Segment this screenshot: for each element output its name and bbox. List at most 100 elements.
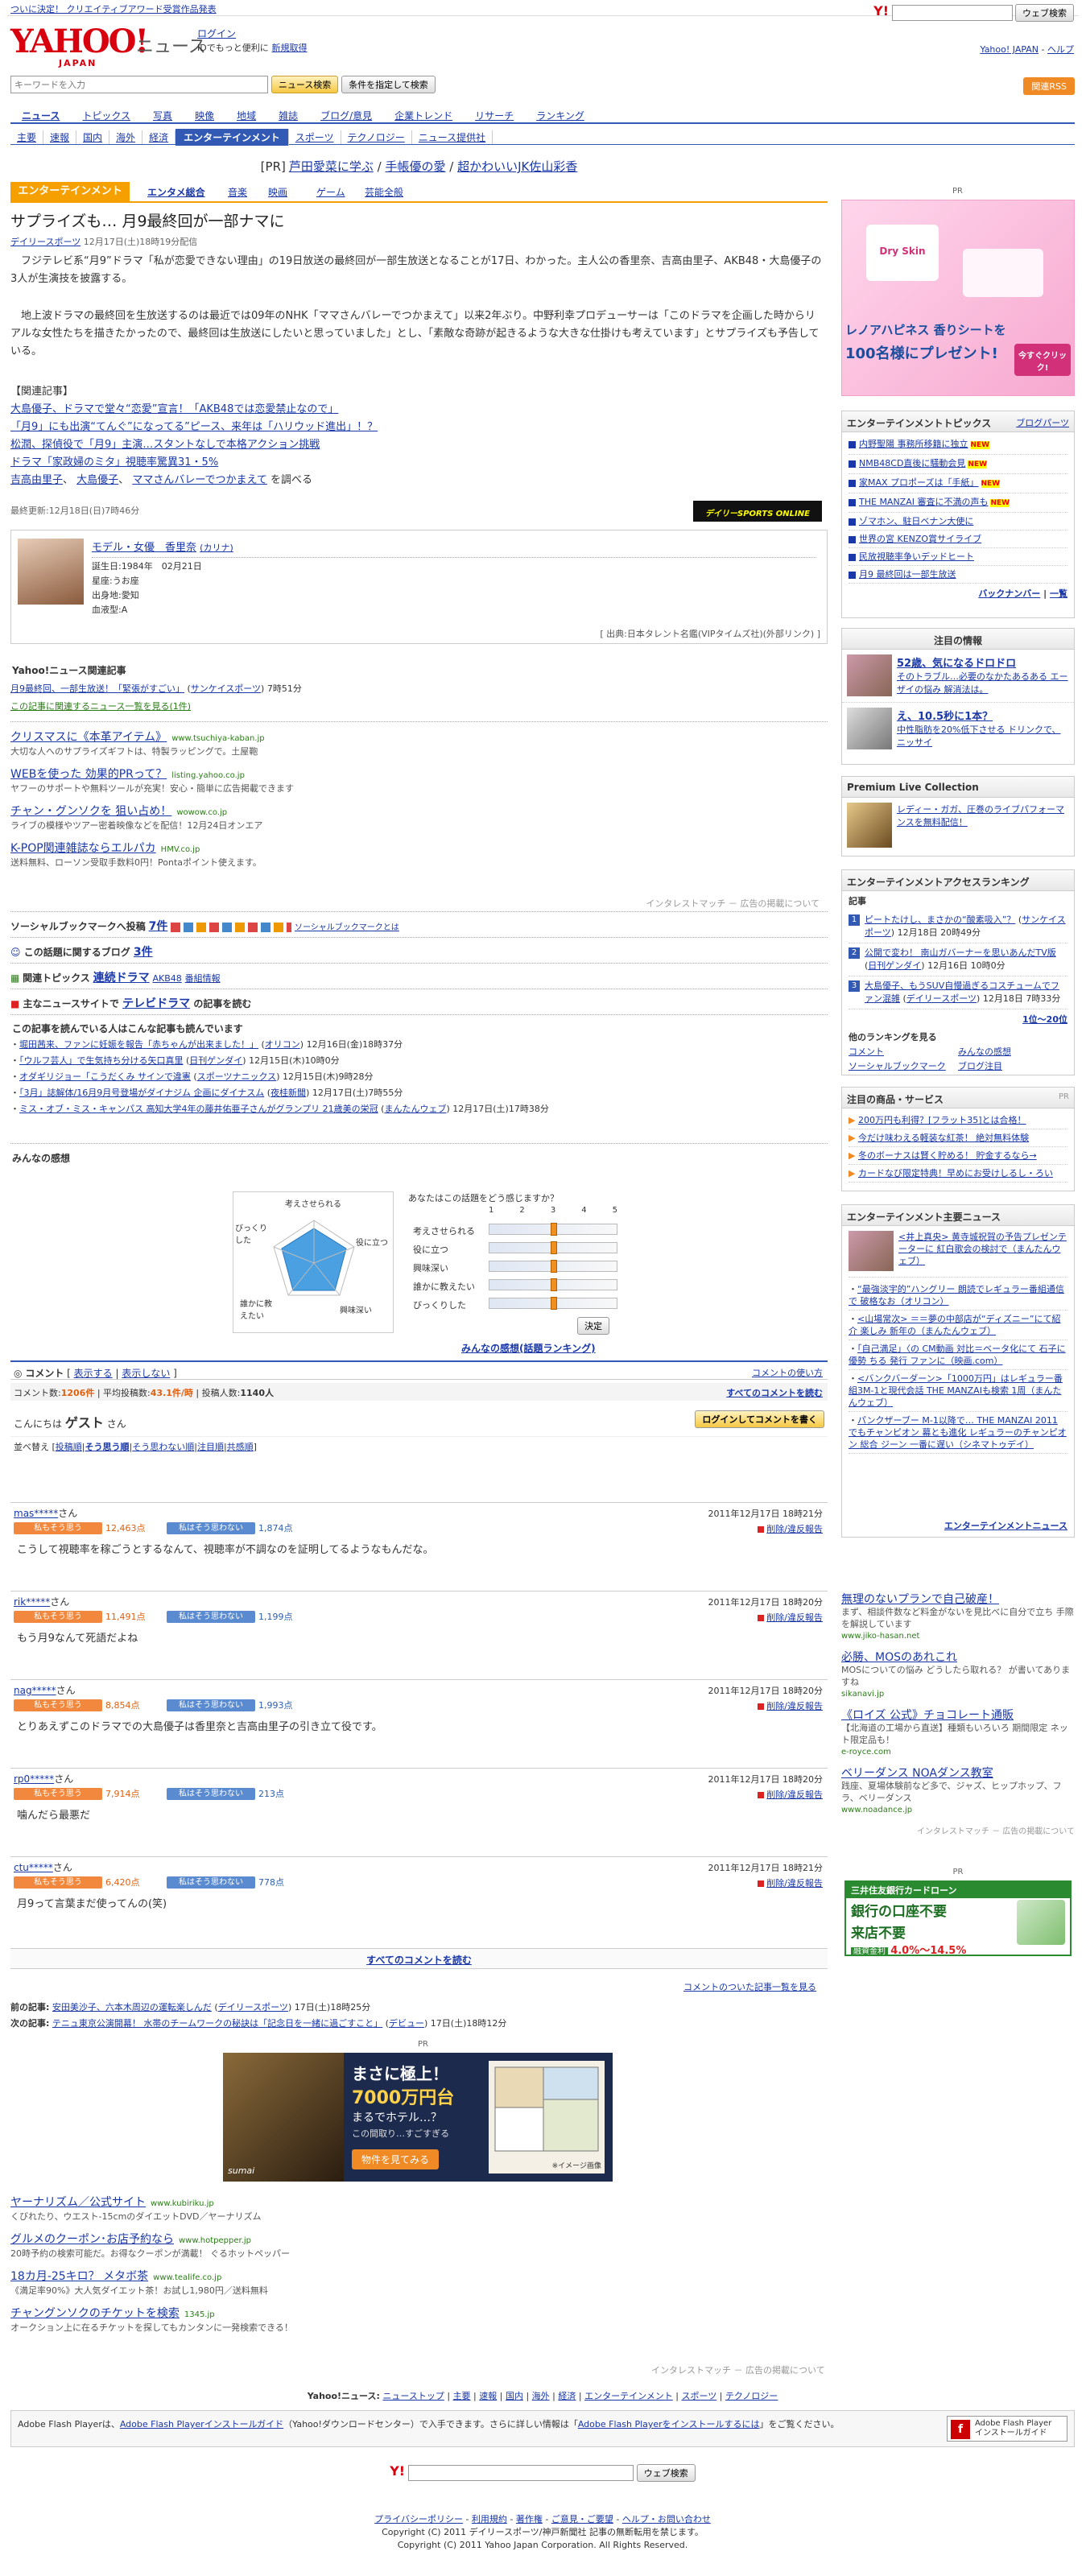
lenor-ad[interactable]: Dry Skin レノアハピネス 香りシートを 100名様にプレゼント! 今すぐ… [841,200,1075,396]
news-search-button[interactable]: ニュース検索 [270,76,339,93]
reader-title-4[interactable]: 「3月」誌解体/16月9月号登場がダイナジム 企画にダイナスム [19,1088,264,1098]
related-link-3[interactable]: 松潤、探偵役で「月9」主演…スタントなしで本格アクション挑戦 [10,436,824,454]
yahoo-mini-icon[interactable]: Y! [873,3,889,19]
sort-agree[interactable]: そう思う順 [85,1442,130,1452]
gnav-research[interactable]: リサーチ [464,106,525,125]
topic-link[interactable]: 民放視聴率争いデッドヒート [859,551,974,562]
ent-news-item[interactable]: ・パンクザーブー M-1以降で… THE MANZAI 2011 でもチャンピオ… [849,1412,1067,1454]
slider-knob[interactable] [551,1260,557,1273]
footer-copyright[interactable]: 著作権 [516,2514,543,2524]
bottom-ad-title-1[interactable]: ヤーナリズム／公式サイト [10,2196,146,2209]
premium-item[interactable]: レディー・ガガ、圧巻のライブパフォーマンスを無料配信！ [842,798,1074,848]
tag-2[interactable]: 大島優子 [76,474,118,486]
featured-title[interactable]: え、10.5秒に1本？ [897,711,993,723]
ent-news-link[interactable]: パンクザーブー M-1以降で… THE MANZAI 2011 でもチャンピオン… [849,1415,1067,1450]
lenor-ad-button[interactable]: 今すぐクリック! [1014,344,1071,376]
related-news-item[interactable]: 月9最終回、一部生放送！「緊張がすごい」 [10,683,184,694]
sitemap-main[interactable]: 主要 [453,2391,471,2401]
slider-knob[interactable] [551,1278,557,1291]
ranking-social-link[interactable]: ソーシャルブックマーク [849,1059,958,1074]
related-link-1[interactable]: 大島優子、ドラマで堂々“恋愛”宣言！「AKB48では恋愛禁止なので」 [10,401,824,419]
reader-source-3[interactable]: スポーツナニックス [197,1071,276,1082]
side-ads-footer[interactable]: インタレストマッチ － 広告の掲載について [841,1826,1075,1838]
featured-item[interactable]: 52歳、気になるドロドロ そのトラブル…必要のなかたあるある エーザイの悩み 解消… [842,650,1074,703]
advanced-search-button[interactable]: 条件を指定して検索 [341,76,436,93]
rss-button[interactable]: 関連RSS [1023,77,1075,95]
web-search-button[interactable]: ウェブ検索 [1015,4,1074,22]
disagree-button[interactable]: 私はそう思わない [167,1699,255,1711]
bottom-ad-url-3[interactable]: www.tealife.co.jp [153,2273,221,2282]
list-item[interactable]: ▶ カードなび限定特典！早めにお受けしるし・ろい [849,1165,1067,1183]
feeling-slider[interactable] [489,1223,617,1236]
product-link[interactable]: 冬のボーナスは賢く貯める！ 貯金するなら→ [858,1150,1037,1161]
gnav-magazine[interactable]: 雑誌 [267,106,309,125]
sort-disagree[interactable]: そう思わない順 [132,1442,194,1452]
pr-item-3[interactable]: 超かわいいJK佐山彩香 [457,159,577,174]
ad-url-4[interactable]: HMV.co.jp [161,845,200,854]
read-all-comments-bottom[interactable]: すべてのコメントを読む [366,1955,472,1966]
tab-ent-general[interactable]: エンタメ総合 [147,185,205,199]
prev-source[interactable]: デイリースポーツ [218,2002,288,2013]
bottom-ad-url-2[interactable]: www.hotpepper.jp [179,2236,251,2245]
daily-sports-logo[interactable]: デイリーSPORTS ONLINE [693,501,822,522]
agree-button[interactable]: 私もそう思う [14,1521,102,1534]
topics-item-2[interactable]: 番組情報 [185,973,221,984]
feeling-slider[interactable] [489,1278,617,1291]
gnav-blog[interactable]: ブログ/意見 [309,106,383,125]
snav-providers[interactable]: ニュース提供社 [412,130,493,144]
list-item[interactable]: NMB48CD直後に騒動会見 NEW [849,455,1067,474]
side-ad-title-1[interactable]: 無理のないプランで自己破産！ [841,1594,1075,1606]
tab-entertainment[interactable]: エンターテインメント [10,182,130,201]
sitemap-economy[interactable]: 経済 [558,2391,576,2401]
gnav-trend[interactable]: 企業トレンド [383,106,464,125]
list-item[interactable]: ▶ 冬のボーナスは賢く貯める！ 貯金するなら→ [849,1147,1067,1165]
reader-title-1[interactable]: 堀田茜来、ファンに妊娠を報告「赤ちゃんが出来ました！」 [19,1039,258,1050]
ranking-item[interactable]: 2 公開で変わ！ 南山ガバーナーを思いあんだTV版 (日刊ゲンダイ) 12月16日… [849,943,1067,976]
slider-knob[interactable] [551,1297,557,1310]
slider-knob[interactable] [551,1241,557,1254]
main-site-name[interactable]: テレビドラマ [122,997,190,1010]
ranking-blog-link[interactable]: ブログ注目 [958,1059,1067,1074]
featured-item[interactable]: え、10.5秒に1本？ 中性脂肪を20%低下させる ドリンクで、ニッサイ [842,703,1074,756]
ranking-title[interactable]: 公開で変わ！ 南山ガバーナーを思いあんだTV版 [865,947,1056,958]
sitemap-domestic[interactable]: 国内 [506,2391,523,2401]
report-link[interactable]: 削除/違反報告 [758,1611,823,1624]
comment-user[interactable]: mas***** [14,1508,58,1519]
profile-kana[interactable]: (カリナ) [200,543,233,553]
help-link[interactable]: ヘルプ [1047,44,1074,55]
login-link[interactable]: ログイン [197,28,236,39]
footer-terms[interactable]: 利用規約 [472,2514,507,2524]
profile-source[interactable]: [ 出典:日本タレント名鑑(VIPタイムズ社)(外部リンク) ] [600,627,820,640]
gnav-topics[interactable]: トピックス [71,106,142,125]
pr-item-1[interactable]: 芦田愛菜に学ぶ [289,159,374,174]
tab-music[interactable]: 音楽 [228,185,247,199]
pr-item-2[interactable]: 手帳優の愛 [385,159,445,174]
ent-news-link[interactable]: 「自己満足」〈の CM動画 対比＝ベータ化にて 石子に優勢 ちる 発行 ファンに… [849,1344,1066,1366]
ad-url-3[interactable]: wowow.co.jp [176,808,227,817]
ent-news-item[interactable]: ・「自己満足」〈の CM動画 対比＝ベータ化にて 石子に優勢 ちる 発行 ファン… [849,1340,1067,1370]
topic-link[interactable]: ゾマホン、駐日ベナン大使に [859,516,973,526]
list-link[interactable]: 一覧 [1050,588,1067,599]
ent-news-link[interactable]: “最強淡宇的”ハングリー 朗読でレギュラー番組通信で 破格なお（オリコン） [849,1284,1064,1307]
news-search-input[interactable] [10,76,268,93]
bookmark-icons[interactable] [171,922,292,932]
web-search-input[interactable] [891,5,1013,21]
register-link[interactable]: 新規取得 [272,43,308,53]
next-title[interactable]: テニュ東京公演開幕！ 水帯のチームワークの秘訣は「記念日を一緒に過ごすこと」 [52,2018,382,2029]
snav-flash[interactable]: 速報 [43,130,77,144]
ent-news-item[interactable]: ・“最強淡宇的”ハングリー 朗読でレギュラー番組通信で 破格なお（オリコン） [849,1281,1067,1311]
ent-news-item[interactable]: ・<山場常次> ＝＝夢の中部店が“ディズニー”にて紹介 楽しみ 新年の（まんたん… [849,1311,1067,1340]
related-link-2[interactable]: 「月9」にも出演“てんぐ”になってる”ピース、来年は「ハリウッド進出」！？ [10,419,824,436]
tag-3[interactable]: ママさんバレーでつかまえて [132,474,267,486]
bottom-ad-title-4[interactable]: チャングンソクのチケットを検索 [10,2307,180,2320]
topic-link[interactable]: NMB48CD直後に騒動会見 [859,458,965,469]
reader-source-4[interactable]: 夜桂新聞 [270,1088,306,1098]
list-item[interactable]: THE MANZAI 審査に不満の声も NEW [849,493,1067,513]
bottom-ad-title-3[interactable]: 18カ月-25キロ？ メタボ茶 [10,2270,148,2283]
yahoo-logo[interactable]: YAHOO! JAPAN [10,24,149,71]
ranking-comment-link[interactable]: コメント [849,1045,958,1059]
side-ad-title-2[interactable]: 必勝、MOSのあれこれ [841,1652,1075,1664]
feeling-slider[interactable] [489,1297,617,1310]
premium-link[interactable]: レディー・ガガ、圧巻のライブパフォーマンスを無料配信！ [897,804,1064,828]
side-ad-url-3[interactable]: e-royce.com [841,1746,1075,1758]
